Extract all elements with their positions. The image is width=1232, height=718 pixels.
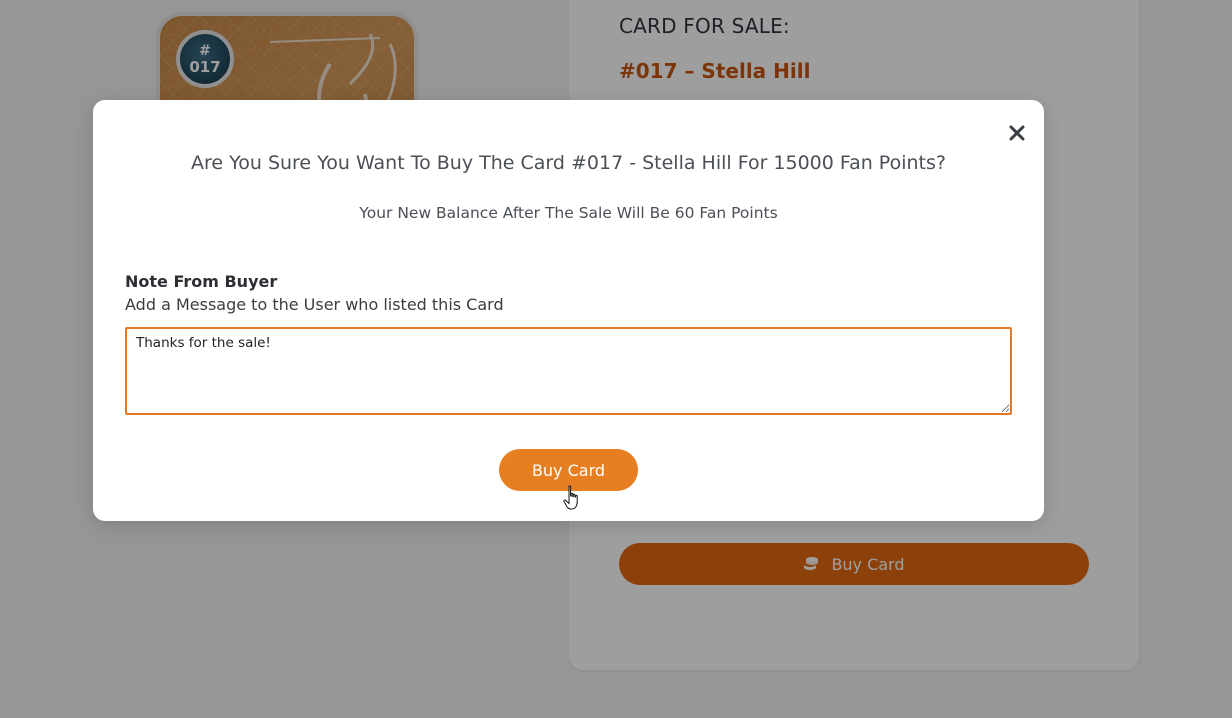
note-title: Note From Buyer: [125, 272, 278, 291]
close-icon: [1009, 125, 1025, 141]
new-balance-text: Your New Balance After The Sale Will Be …: [359, 204, 778, 222]
note-subtitle: Add a Message to the User who listed thi…: [125, 295, 504, 314]
close-button[interactable]: [1006, 122, 1028, 144]
buyer-note-textarea[interactable]: [125, 327, 1012, 415]
confirm-purchase-modal: Are You Sure You Want To Buy The Card #0…: [93, 100, 1044, 521]
page: # 017 CARD FOR SALE: #017 – Stella Hill …: [0, 0, 1232, 718]
confirm-question: Are You Sure You Want To Buy The Card #0…: [191, 152, 946, 174]
buy-card-button[interactable]: Buy Card: [499, 449, 638, 491]
